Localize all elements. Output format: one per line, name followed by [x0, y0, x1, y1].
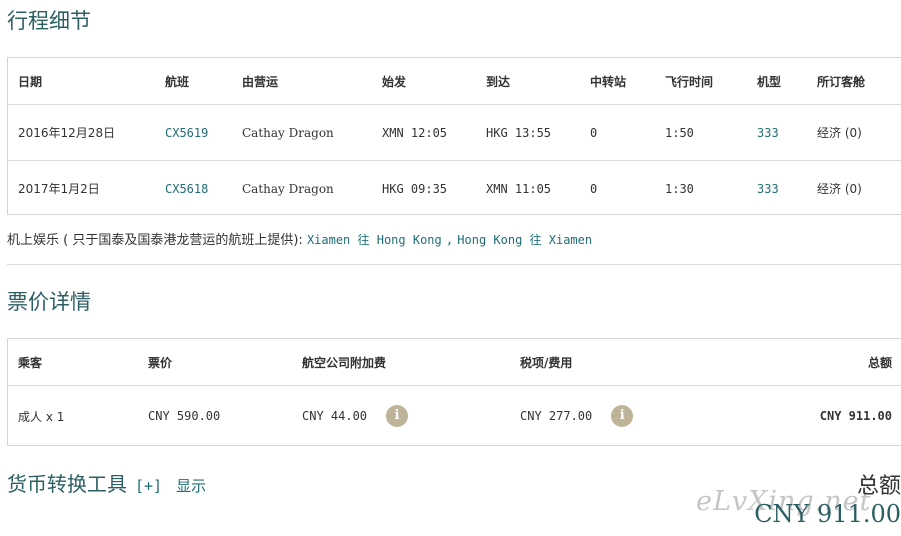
route-link-outbound[interactable]: Xiamen 往 Hong Kong: [307, 233, 442, 247]
currency-converter: 货币转换工具 [+] 显示: [7, 468, 206, 497]
arrive: HKG 13:55: [486, 125, 552, 140]
route-link-return[interactable]: Hong Kong 往 Xiamen: [457, 233, 592, 247]
duration: 1:30: [665, 181, 694, 196]
flight-date: 2017年1月2日: [18, 182, 100, 196]
col-passenger: 乘客: [18, 355, 43, 370]
cabin: 经济 (0): [817, 126, 862, 140]
grand-total-label: 总额: [856, 474, 901, 499]
info-icon[interactable]: i: [611, 405, 634, 427]
col-taxes: 税项/费用: [520, 355, 573, 370]
row-total: CNY 911.00: [819, 409, 892, 423]
stops: 0: [590, 125, 598, 140]
base-fare: CNY 590.00: [148, 409, 221, 423]
col-total: 总额: [867, 355, 892, 370]
itinerary-table: 日期 航班 由营运 始发 到达 中转站 飞行时间 机型 所订客舱 2016年12…: [7, 57, 901, 215]
stops: 0: [590, 181, 598, 196]
operator: Cathay Dragon: [242, 125, 334, 140]
aircraft-link[interactable]: 333: [757, 182, 779, 196]
taxes: CNY 277.00: [520, 409, 593, 423]
info-icon[interactable]: i: [386, 405, 409, 427]
col-aircraft: 机型: [757, 74, 782, 89]
expand-toggle[interactable]: [+]: [135, 477, 162, 495]
col-cabin: 所订客舱: [817, 74, 866, 89]
table-row: 成人 x 1 CNY 590.00 CNY 44.00 i CNY 277.00…: [8, 385, 901, 446]
duration: 1:50: [665, 125, 694, 140]
grand-total-value: CNY 911.00: [754, 500, 901, 528]
passenger: 成人 x 1: [18, 409, 65, 424]
depart: HKG 09:35: [382, 181, 448, 196]
fare-header-row: 乘客 票价 航空公司附加费 税项/费用 总额: [8, 339, 901, 385]
currency-title: 货币转换工具: [7, 472, 127, 496]
arrive: XMN 11:05: [486, 181, 552, 196]
operator: Cathay Dragon: [242, 181, 334, 196]
col-depart: 始发: [382, 74, 407, 89]
col-surcharge: 航空公司附加费: [302, 355, 387, 370]
flight-number-link[interactable]: CX5619: [165, 126, 208, 140]
surcharge: CNY 44.00: [302, 409, 368, 423]
cabin: 经济 (0): [817, 182, 862, 196]
entertainment-label: 机上娱乐 ( 只于国泰及国泰港龙营运的航班上提供):: [7, 233, 303, 248]
route-separator: ,: [445, 233, 454, 247]
col-stops: 中转站: [590, 74, 627, 89]
flight-number-link[interactable]: CX5618: [165, 182, 208, 196]
col-date: 日期: [18, 74, 43, 89]
col-arrive: 到达: [486, 74, 511, 89]
entertainment-line: 机上娱乐 ( 只于国泰及国泰港龙营运的航班上提供): Xiamen 往 Hong…: [7, 229, 592, 248]
aircraft-link[interactable]: 333: [757, 126, 779, 140]
table-row: 2017年1月2日 CX5618 Cathay Dragon HKG 09:35…: [8, 160, 901, 216]
col-operator: 由营运: [242, 74, 279, 89]
section-divider: [7, 264, 901, 265]
col-flight: 航班: [165, 74, 190, 89]
fare-title: 票价详情: [7, 290, 91, 314]
table-row: 2016年12月28日 CX5619 Cathay Dragon XMN 12:…: [8, 104, 901, 160]
col-fare: 票价: [148, 355, 173, 370]
depart: XMN 12:05: [382, 125, 448, 140]
itinerary-title: 行程细节: [7, 9, 91, 33]
fare-table: 乘客 票价 航空公司附加费 税项/费用 总额 成人 x 1 CNY 590.00…: [7, 338, 901, 446]
show-link[interactable]: 显示: [176, 477, 206, 495]
itinerary-header-row: 日期 航班 由营运 始发 到达 中转站 飞行时间 机型 所订客舱: [8, 58, 901, 104]
col-duration: 飞行时间: [665, 74, 714, 89]
flight-date: 2016年12月28日: [18, 126, 116, 140]
